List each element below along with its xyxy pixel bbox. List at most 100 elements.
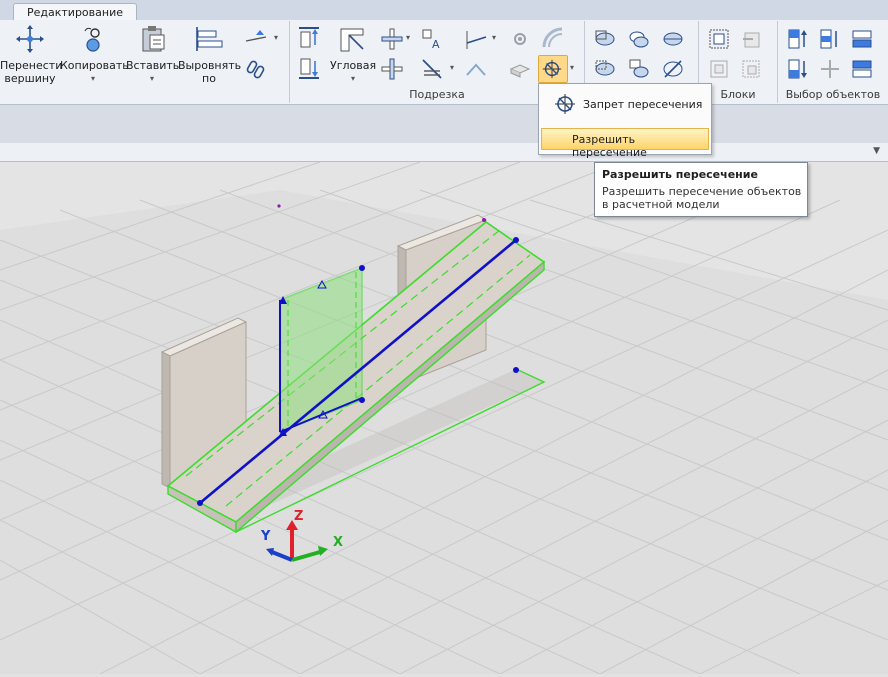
allow-intersection-label: Разрешить пересечение xyxy=(572,133,647,159)
cross-trim-button[interactable] xyxy=(380,27,404,51)
select-down-icon xyxy=(788,59,807,79)
ellipse-flat-icon xyxy=(663,32,683,46)
tooltip-title: Разрешить пересечение xyxy=(602,168,758,181)
tee-trim-button[interactable] xyxy=(380,57,404,81)
move-vertex-button[interactable]: Перенести вершину xyxy=(0,23,63,85)
intersection-dropdown-arrow[interactable]: ▾ xyxy=(570,63,574,72)
intersection-button[interactable] xyxy=(538,55,568,83)
paste-icon xyxy=(142,26,165,52)
select-left-icon xyxy=(852,60,872,78)
trim-top-button[interactable] xyxy=(297,25,321,49)
split-trim-button[interactable] xyxy=(420,57,444,81)
shape-button-1[interactable] xyxy=(593,27,617,51)
ribbon-group-selection: Выбор объектов xyxy=(778,21,888,103)
select-button-1[interactable] xyxy=(786,27,810,51)
select-cross-icon xyxy=(821,60,839,78)
axis-x-label: X xyxy=(333,535,343,550)
block-button-4[interactable] xyxy=(739,57,763,81)
select-up-icon xyxy=(788,29,807,49)
block-button-1[interactable] xyxy=(707,27,731,51)
corner-trim-button[interactable]: Угловая ▾ xyxy=(330,23,376,85)
select-button-4[interactable] xyxy=(786,57,810,81)
link-button[interactable] xyxy=(244,57,268,81)
block-edit-icon xyxy=(742,60,760,78)
shape-button-6[interactable] xyxy=(661,57,685,81)
cross-trim-icon xyxy=(381,28,403,50)
block-insert-icon xyxy=(743,32,760,48)
model-scene[interactable]: Z X Y xyxy=(0,161,888,675)
ellipses-stack-icon xyxy=(629,59,649,78)
slope-trim-button[interactable] xyxy=(464,27,488,51)
text-trim-button[interactable]: A xyxy=(420,27,444,51)
align-label: Выровнять по xyxy=(178,59,242,85)
shape-button-4[interactable] xyxy=(593,57,617,81)
slope-trim-dropdown-arrow[interactable]: ▾ xyxy=(492,33,496,42)
cross-trim-dropdown-arrow[interactable]: ▾ xyxy=(406,33,410,42)
select-button-6[interactable] xyxy=(850,57,874,81)
select-button-2[interactable] xyxy=(818,27,842,51)
menu-item-forbid-intersection[interactable]: Запрет пересечения xyxy=(541,90,709,120)
menu-item-allow-intersection[interactable]: Разрешить пересечение xyxy=(541,128,709,159)
split-trim-dropdown-arrow[interactable]: ▾ xyxy=(450,63,454,72)
copy-dropdown-arrow[interactable]: ▾ xyxy=(60,72,126,85)
trim-bottom-icon xyxy=(299,58,319,79)
intersection-icon xyxy=(542,59,562,79)
split-trim-icon xyxy=(422,59,442,79)
ellipse-dashed-icon xyxy=(595,60,615,76)
shape-button-3[interactable] xyxy=(661,27,685,51)
trim-bottom-button[interactable] xyxy=(297,57,321,81)
roof-trim-button[interactable] xyxy=(464,57,488,81)
viewport-menu-arrow[interactable]: ▼ xyxy=(873,146,880,156)
block-button-2[interactable] xyxy=(739,27,763,51)
block-button-3[interactable] xyxy=(707,57,731,81)
link-icon xyxy=(246,60,265,79)
model-viewport[interactable]: Z X Y xyxy=(0,161,888,675)
move-vertex-label: Перенести вершину xyxy=(0,59,63,85)
align-icon xyxy=(196,27,223,51)
shape-button-5[interactable] xyxy=(627,57,651,81)
shape-button-2[interactable] xyxy=(627,27,651,51)
paste-button[interactable]: Вставить ▾ xyxy=(126,23,180,85)
trim-top-icon xyxy=(299,27,319,48)
settings-icon xyxy=(514,33,526,45)
settings-trim-button[interactable] xyxy=(508,27,532,51)
corner-trim-icon xyxy=(340,28,364,52)
select-button-5[interactable] xyxy=(818,57,842,81)
text-trim-icon: A xyxy=(422,29,440,51)
corner-trim-dropdown-arrow[interactable]: ▾ xyxy=(330,72,376,85)
tooltip-description: Разрешить пересечение объектов в расчетн… xyxy=(602,185,802,211)
block-create-icon xyxy=(709,29,729,49)
forbid-intersection-label: Запрет пересечения xyxy=(583,98,703,111)
measure-button[interactable] xyxy=(244,27,268,51)
roof-trim-icon xyxy=(466,63,486,76)
select-updown-icon xyxy=(820,29,837,49)
paste-dropdown-arrow[interactable]: ▾ xyxy=(126,72,178,85)
measure-icon xyxy=(245,30,267,42)
paste-label: Вставить xyxy=(126,59,180,72)
copy-button[interactable]: Копировать ▾ xyxy=(60,23,129,85)
forbid-intersection-icon xyxy=(555,94,575,114)
ellipse-icon xyxy=(595,30,615,46)
move-vertex-icon xyxy=(16,25,44,53)
ellipse-cut-icon xyxy=(663,60,683,78)
arc-trim-button[interactable] xyxy=(540,25,564,49)
ellipses-overlap-icon xyxy=(629,31,649,48)
ribbon-group-edit: Перенести вершину Копировать ▾ Вставить … xyxy=(0,21,290,103)
axis-z-label: Z xyxy=(294,509,303,524)
viewport-header: ▼ xyxy=(0,143,888,162)
select-button-3[interactable] xyxy=(850,27,874,51)
box-trim-button[interactable] xyxy=(508,57,532,81)
box-trim-icon xyxy=(509,64,531,78)
slope-trim-icon xyxy=(466,31,487,49)
select-right-icon xyxy=(852,30,872,48)
intersection-dropdown-menu: Запрет пересечения Разрешить пересечение xyxy=(538,83,712,159)
align-button[interactable]: Выровнять по xyxy=(178,23,242,85)
svg-text:A: A xyxy=(432,38,440,51)
block-explode-icon xyxy=(710,60,728,78)
ribbon: Перенести вершину Копировать ▾ Вставить … xyxy=(0,20,888,105)
tooltip: Разрешить пересечение Разрешить пересече… xyxy=(594,162,808,217)
copy-label: Копировать xyxy=(60,59,129,72)
selection-group-label: Выбор объектов xyxy=(785,88,881,101)
measure-dropdown-arrow[interactable]: ▾ xyxy=(274,33,278,42)
arc-trim-icon xyxy=(542,27,563,48)
